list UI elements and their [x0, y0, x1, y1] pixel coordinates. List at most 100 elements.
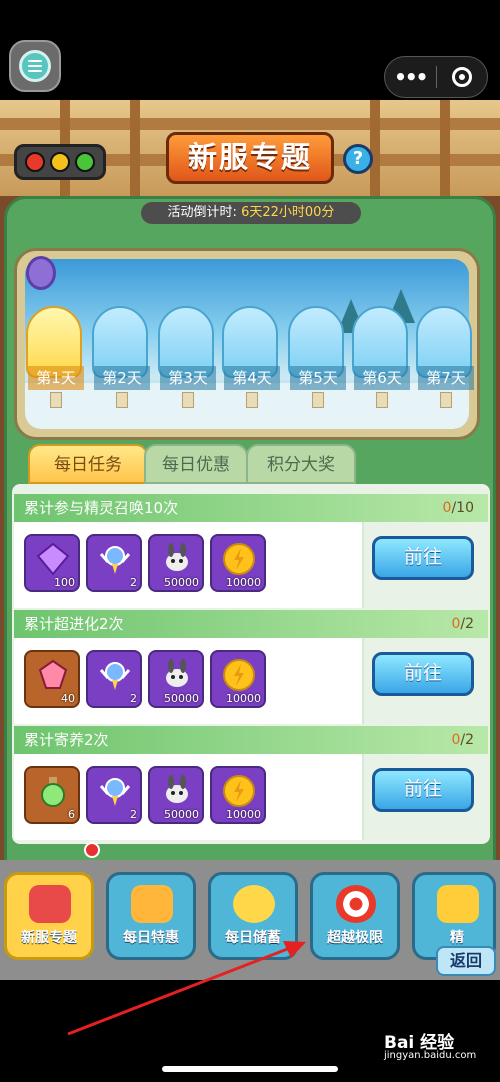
watermark-url: jingyan.baidu.com [384, 1050, 477, 1061]
exp-creature-icon [166, 543, 188, 571]
menu-button[interactable] [9, 40, 61, 92]
day-6-button[interactable]: 第6天 [352, 306, 410, 408]
day-2-button[interactable]: 第2天 [92, 306, 150, 408]
chest-icon [437, 885, 479, 923]
task-progress: 0/2 [451, 616, 474, 632]
reward-item[interactable]: 50000 [148, 534, 204, 592]
day-label: 第3天 [160, 366, 216, 390]
popsicle-stick [440, 392, 452, 408]
go-button[interactable]: 前往 [372, 536, 474, 580]
day-label: 第6天 [354, 366, 410, 390]
reward-count: 50000 [164, 808, 199, 821]
reward-count: 100 [54, 576, 75, 589]
go-button[interactable]: 前往 [372, 768, 474, 812]
reward-item[interactable]: 40 [24, 650, 80, 708]
exp-creature-icon [166, 659, 188, 687]
tab-daily-deals[interactable]: 每日优惠 [144, 444, 248, 484]
reward-count: 10000 [226, 808, 261, 821]
reward-count: 50000 [164, 576, 199, 589]
popsicle-stick [50, 392, 62, 408]
traffic-light-icon [14, 144, 106, 180]
game-scene: 新服专题 ? 活动倒计时: 6天22小时00分 第1天 第2天 第3天 第4天 第5天第… [0, 100, 500, 980]
reward-count: 2 [130, 692, 137, 705]
target-icon [335, 885, 377, 923]
help-button[interactable]: ? [343, 144, 373, 174]
reward-item[interactable]: 6 [24, 766, 80, 824]
reward-count: 2 [130, 808, 137, 821]
reward-item[interactable]: 2 [86, 534, 142, 592]
reward-list: 100 2 50000 10000 [14, 522, 364, 608]
reward-item[interactable]: 10000 [210, 534, 266, 592]
task-card: 累计参与精灵召唤10次 0/10 100 2 50000 10000 前往 [14, 494, 488, 608]
popsicle-stick [116, 392, 128, 408]
gold-coin-icon [223, 775, 255, 807]
tab-daily-tasks[interactable]: 每日任务 [28, 444, 148, 484]
reward-count: 6 [68, 808, 75, 821]
winged-emblem-icon [99, 546, 131, 574]
go-button[interactable]: 前往 [372, 652, 474, 696]
task-title: 累计参与精灵召唤10次 [14, 494, 488, 522]
popsicle-stick [312, 392, 324, 408]
gold-coin-icon [223, 659, 255, 691]
purple-crystal-icon [36, 542, 70, 576]
countdown-value: 6天22小时00分 [241, 205, 335, 220]
countdown-bar: 活动倒计时: 6天22小时00分 [141, 202, 361, 224]
winged-emblem-icon [99, 662, 131, 690]
reward-item[interactable]: 2 [86, 650, 142, 708]
winged-emblem-icon [99, 778, 131, 806]
reward-list: 40 2 50000 10000 [14, 638, 364, 724]
gold-coin-icon [223, 543, 255, 575]
potion-bottle-icon [41, 777, 65, 807]
task-title: 累计超进化2次 [14, 610, 488, 638]
notification-dot [84, 842, 100, 858]
reward-count: 50000 [164, 692, 199, 705]
countdown-label: 活动倒计时: [167, 205, 237, 220]
day-5-button[interactable]: 第5天 [288, 306, 346, 408]
day-7-button[interactable]: 第7天 [416, 306, 474, 408]
nav-new-server[interactable]: 新服专题 [4, 872, 94, 960]
popsicle-stick [182, 392, 194, 408]
reward-list: 6 2 50000 10000 [14, 754, 364, 840]
claw-machine-icon [26, 256, 56, 290]
popsicle-stick [376, 392, 388, 408]
nav-daily-deals[interactable]: 每日特惠 [106, 872, 196, 960]
reward-count: 10000 [226, 576, 261, 589]
task-progress: 0/10 [442, 500, 474, 516]
task-card: 累计寄养2次 0/2 6 2 50000 10000 前往 [14, 726, 488, 840]
reward-item[interactable]: 2 [86, 766, 142, 824]
day-label: 第1天 [28, 366, 84, 390]
reward-item[interactable]: 50000 [148, 766, 204, 824]
more-options-icon[interactable]: ••• [385, 56, 436, 98]
reward-item[interactable]: 10000 [210, 650, 266, 708]
gift-box-icon [131, 885, 173, 923]
nav-daily-savings[interactable]: 每日储蓄 [208, 872, 298, 960]
menu-icon [19, 50, 51, 82]
exp-creature-icon [166, 775, 188, 803]
day-3-button[interactable]: 第3天 [158, 306, 216, 408]
screen: { "game": { "title": "新服专题", "help_icon"… [0, 0, 500, 1082]
miniprogram-capsule: ••• [384, 56, 488, 98]
nav-beyond-limit[interactable]: 超越极限 [310, 872, 400, 960]
tab-points-prize[interactable]: 积分大奖 [246, 444, 356, 484]
back-button[interactable]: 返回 [436, 946, 496, 976]
task-progress: 0/2 [451, 732, 474, 748]
close-miniprogram-icon[interactable] [436, 67, 487, 87]
task-card: 累计超进化2次 0/2 40 2 50000 10000 前往 [14, 610, 488, 724]
day-1-button[interactable]: 第1天 [26, 306, 84, 408]
reward-item[interactable]: 50000 [148, 650, 204, 708]
day-label: 第4天 [224, 366, 280, 390]
day-label: 第7天 [418, 366, 474, 390]
reward-item[interactable]: 100 [24, 534, 80, 592]
popsicle-stick [246, 392, 258, 408]
day-label: 第5天 [290, 366, 346, 390]
reward-count: 40 [61, 692, 75, 705]
piggy-bank-icon [233, 885, 275, 923]
pink-crystal-icon [38, 659, 68, 689]
day-4-button[interactable]: 第4天 [222, 306, 280, 408]
reward-count: 2 [130, 576, 137, 589]
home-indicator[interactable] [162, 1066, 338, 1072]
reward-count: 10000 [226, 692, 261, 705]
event-title: 新服专题 [166, 132, 334, 184]
gift-box-icon [29, 885, 71, 923]
reward-item[interactable]: 10000 [210, 766, 266, 824]
